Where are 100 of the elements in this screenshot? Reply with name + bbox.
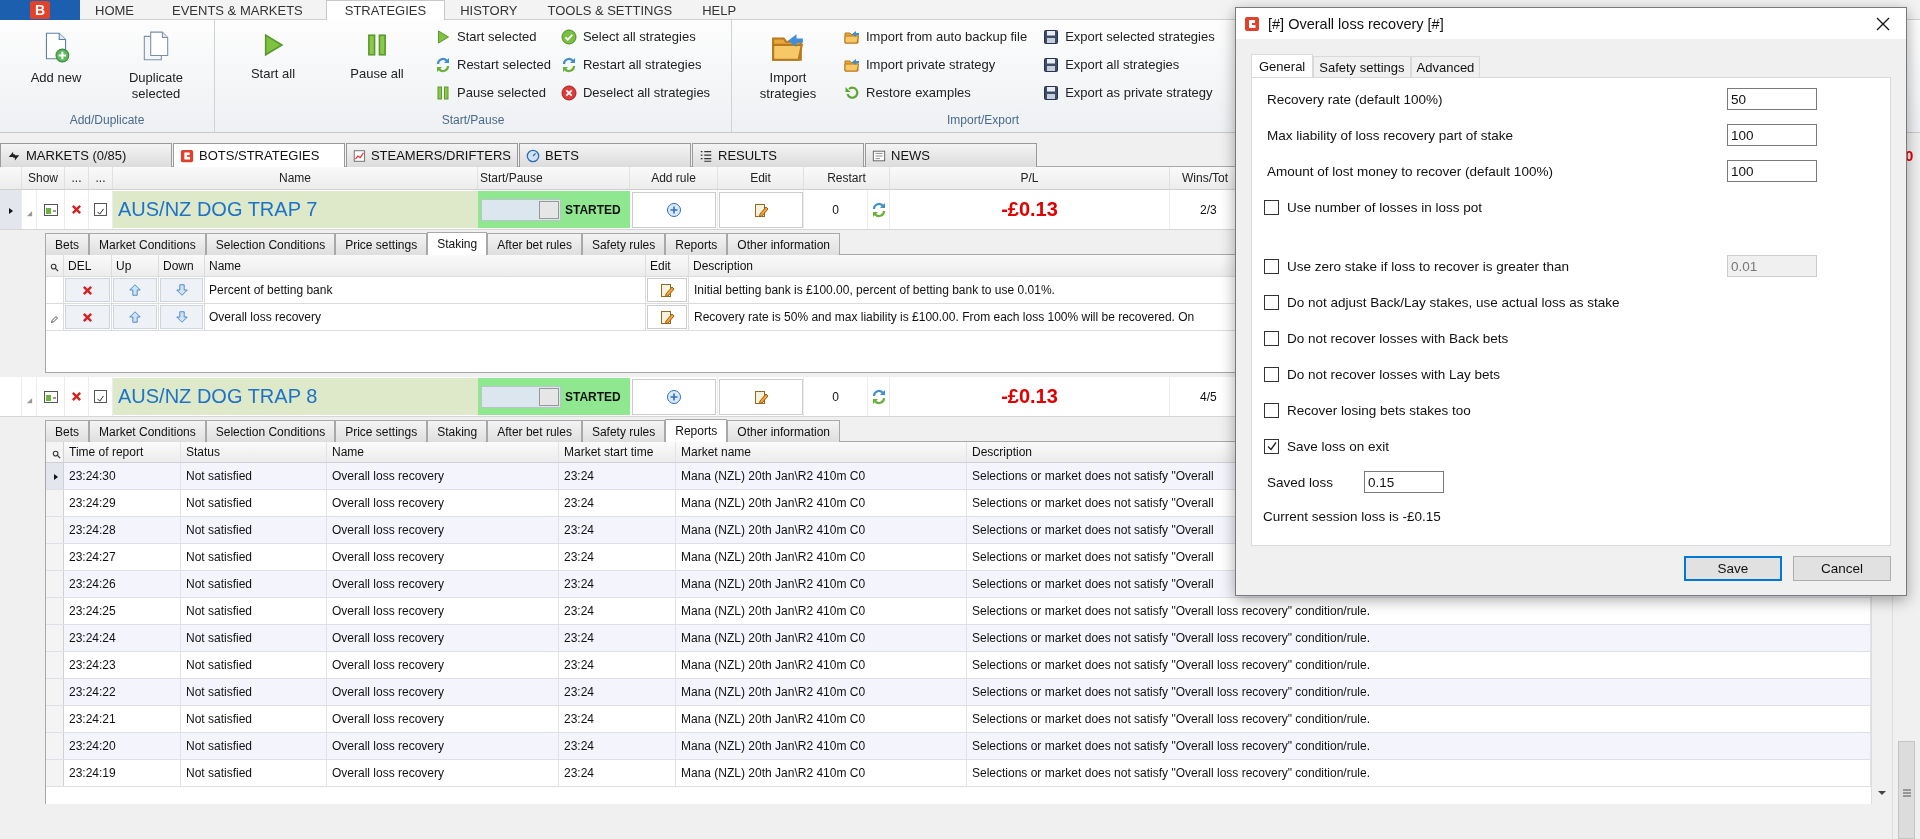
checkbox[interactable]	[1264, 366, 1279, 382]
ribbon-button[interactable]: Restart selected	[433, 54, 553, 75]
checkbox[interactable]	[1264, 438, 1279, 454]
dialog-tab[interactable]: Safety settings	[1313, 56, 1411, 77]
table-cell: 23:24	[559, 571, 676, 597]
input-field[interactable]: 100	[1727, 124, 1817, 146]
checkbox[interactable]	[1264, 294, 1279, 310]
view-tab[interactable]: BETS	[519, 143, 691, 167]
detail-tab[interactable]: Price settings	[335, 233, 428, 255]
table-cell: Overall loss recovery	[327, 598, 559, 624]
menu-tab[interactable]: HELP	[687, 0, 752, 20]
checkbox[interactable]	[1264, 402, 1279, 418]
edit-button[interactable]	[647, 305, 687, 329]
column-header: DEL	[64, 255, 112, 276]
menu-tab[interactable]: TOOLS & SETTINGS	[532, 0, 688, 20]
row-header[interactable]	[46, 463, 64, 489]
toggle-switch[interactable]	[481, 385, 561, 408]
view-tab[interactable]: RESULTS	[692, 143, 864, 167]
checkbox[interactable]	[94, 203, 107, 216]
checkbox[interactable]	[1264, 330, 1279, 346]
detail-tab[interactable]: Bets	[45, 233, 89, 255]
detail-tab[interactable]: Staking	[427, 420, 488, 442]
detail-tab[interactable]: Other information	[727, 420, 841, 442]
ribbon-button[interactable]: Export as private strategy	[1041, 82, 1217, 103]
table-cell: Not satisfied	[181, 463, 327, 489]
detail-tab[interactable]: Other information	[727, 233, 841, 255]
check-circle-icon	[560, 28, 577, 45]
ribbon-button[interactable]: Pause all	[327, 24, 427, 104]
dialog-button[interactable]: Save	[1684, 556, 1782, 581]
add-rule-button[interactable]	[631, 378, 716, 415]
detail-tab[interactable]: Reports	[665, 233, 728, 255]
checkbox[interactable]	[94, 390, 107, 403]
ribbon-button[interactable]: Select all strategies	[558, 26, 713, 47]
ribbon-button[interactable]: Duplicate selected	[108, 24, 204, 104]
detail-tab[interactable]: Selection Conditions	[205, 233, 336, 255]
input-field[interactable]: 50	[1727, 88, 1817, 110]
gauge-icon	[526, 148, 540, 163]
detail-tab[interactable]: After bet rules	[487, 420, 582, 442]
move-up-button[interactable]	[113, 305, 157, 329]
column-header: Down	[159, 255, 205, 276]
refresh-icon[interactable]	[870, 388, 887, 405]
menu-tab[interactable]: HISTORY	[445, 0, 533, 20]
ribbon-button[interactable]: Start selected	[433, 26, 553, 47]
show-icon[interactable]	[42, 201, 59, 218]
delete-icon[interactable]	[71, 391, 82, 402]
up-arrow-icon	[128, 283, 142, 297]
detail-tab[interactable]: Price settings	[335, 420, 428, 442]
input-field[interactable]: 0.15	[1364, 471, 1444, 493]
ribbon-button[interactable]: Restart all strategies	[558, 54, 713, 75]
detail-tab[interactable]: Reports	[665, 419, 728, 442]
ribbon-button[interactable]: Import strategies	[740, 24, 836, 104]
detail-tab[interactable]: Selection Conditions	[205, 420, 336, 442]
view-tab[interactable]: STEAMERS/DRIFTERS	[346, 143, 518, 167]
delete-button[interactable]	[65, 278, 110, 302]
app-menu-button[interactable]: B	[0, 0, 80, 20]
scrollbar-thumb[interactable]	[1898, 741, 1915, 839]
show-icon[interactable]	[42, 388, 59, 405]
ribbon-button[interactable]: Import from auto backup file	[842, 26, 1030, 47]
edit-button[interactable]	[718, 378, 803, 415]
column-header: ...	[65, 167, 89, 189]
field-label: Saved loss	[1267, 474, 1335, 490]
ribbon-button[interactable]: Restore examples	[842, 82, 1030, 103]
detail-tab[interactable]: Market Conditions	[89, 233, 206, 255]
ribbon-button[interactable]: Export selected strategies	[1041, 26, 1217, 47]
move-down-button[interactable]	[160, 305, 203, 329]
menu-tab[interactable]: HOME	[80, 0, 149, 20]
checkbox[interactable]	[1264, 199, 1279, 215]
detail-tab[interactable]: Safety rules	[581, 233, 666, 255]
view-tab[interactable]: BOTS/STRATEGIES	[173, 143, 345, 167]
toggle-switch[interactable]	[481, 198, 561, 221]
edit-button[interactable]	[647, 278, 687, 302]
detail-tab[interactable]: Market Conditions	[89, 420, 206, 442]
ribbon-button[interactable]: Pause selected	[433, 82, 553, 103]
search-icon[interactable]	[50, 261, 59, 270]
dialog-tab[interactable]: General	[1251, 54, 1314, 77]
input-field[interactable]: 100	[1727, 160, 1817, 182]
dialog-button[interactable]: Cancel	[1793, 556, 1891, 581]
view-tab[interactable]: MARKETS (0/85)	[0, 143, 172, 167]
add-rule-button[interactable]	[631, 191, 716, 228]
menu-tab[interactable]: STRATEGIES	[325, 0, 446, 20]
delete-icon[interactable]	[71, 204, 82, 215]
delete-button[interactable]	[65, 305, 110, 329]
refresh-icon[interactable]	[870, 201, 887, 218]
delete-icon	[82, 284, 93, 296]
detail-tab[interactable]: Bets	[45, 420, 89, 442]
detail-tab[interactable]: Staking	[427, 232, 488, 255]
ribbon-button[interactable]: Deselect all strategies	[558, 82, 713, 103]
ribbon-button[interactable]: Export all strategies	[1041, 54, 1217, 75]
ribbon-button[interactable]: Start all	[223, 24, 323, 104]
move-down-button[interactable]	[160, 278, 203, 302]
view-tab[interactable]: NEWS	[865, 143, 1037, 167]
ribbon-button[interactable]: Add new	[8, 24, 104, 104]
dialog-tab[interactable]: Advanced	[1410, 56, 1481, 77]
detail-tab[interactable]: After bet rules	[487, 233, 582, 255]
detail-tab[interactable]: Safety rules	[581, 420, 666, 442]
menu-tab[interactable]: EVENTS & MARKETS	[149, 0, 326, 20]
move-up-button[interactable]	[113, 278, 157, 302]
ribbon-button[interactable]: Import private strategy	[842, 54, 1030, 75]
edit-button[interactable]	[718, 191, 803, 228]
table-cell: 23:24	[559, 625, 676, 651]
